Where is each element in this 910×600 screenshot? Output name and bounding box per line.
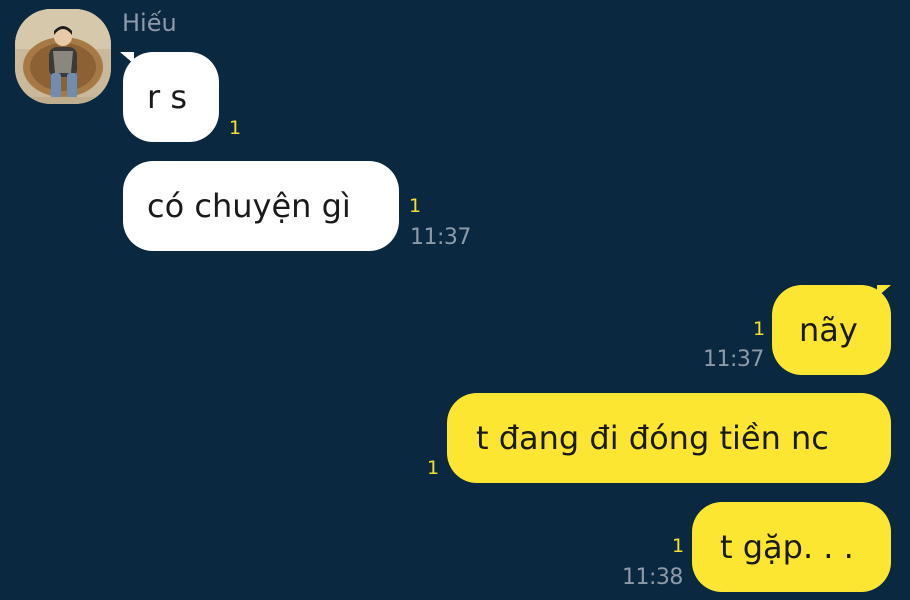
sender-name: Hiếu <box>122 9 177 37</box>
unread-count: 1 <box>409 195 422 217</box>
message-bubble[interactable]: r s <box>123 52 219 142</box>
message-timestamp: 11:37 <box>410 225 471 250</box>
unread-count: 1 <box>753 318 766 340</box>
message-timestamp: 11:37 <box>703 347 764 372</box>
message-bubble[interactable]: có chuyện gì <box>123 161 399 251</box>
message-timestamp: 11:38 <box>622 565 683 590</box>
message-bubble[interactable]: t gặp. . . <box>692 502 891 592</box>
message-bubble[interactable]: nãy <box>772 285 891 375</box>
unread-count: 1 <box>672 535 685 557</box>
message-bubble[interactable]: t đang đi đóng tiền nc <box>447 393 891 483</box>
unread-count: 1 <box>427 457 440 479</box>
unread-count: 1 <box>229 117 242 139</box>
sender-avatar[interactable] <box>15 9 111 104</box>
